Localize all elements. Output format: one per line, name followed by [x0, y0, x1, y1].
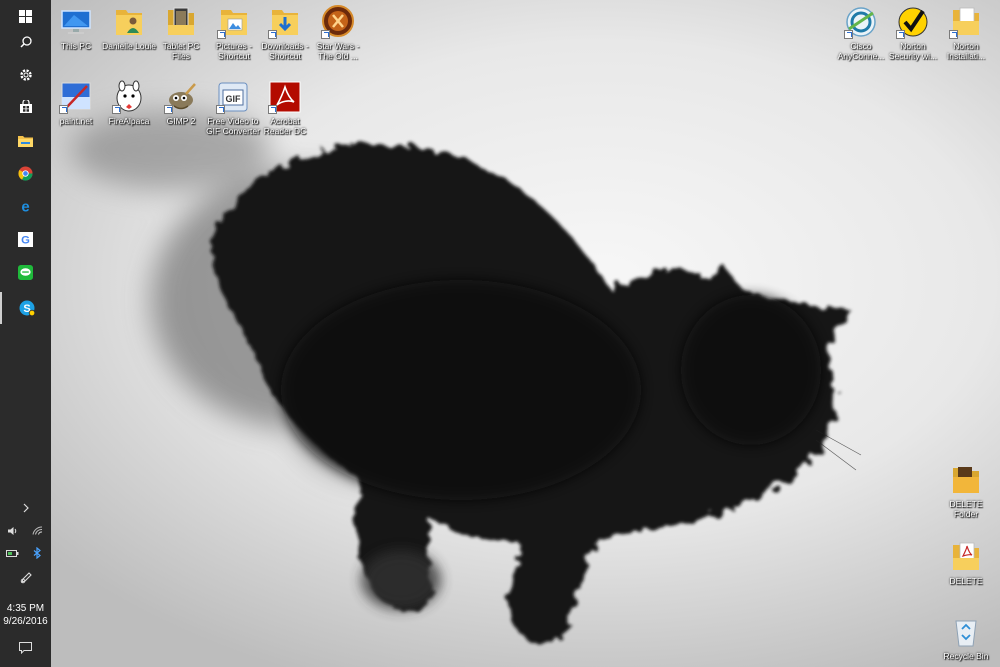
action-center-icon: [19, 642, 32, 654]
svg-text:e: e: [21, 199, 29, 214]
settings-button[interactable]: [0, 59, 51, 91]
desktop-icon-label: Pictures - Shortcut: [216, 41, 252, 61]
folder-icon: [168, 7, 194, 35]
desktop-icon-star-wars[interactable]: Star Wars - The Old ...: [310, 5, 366, 61]
battery-icon: [6, 549, 19, 557]
desktop-icon-label: Recycle Bin: [943, 651, 989, 661]
shortcut-arrow-icon: [268, 105, 277, 114]
shortcut-arrow-icon: [896, 30, 905, 39]
computer-icon: [61, 10, 91, 34]
desktop-icon-video-to-gif[interactable]: GIF Free Video to GIF Converter: [205, 80, 261, 136]
store-icon: [19, 100, 32, 113]
desktop-icon-label: Norton Security wi...: [888, 41, 938, 61]
clock[interactable]: 4:35 PM 9/26/2016: [0, 602, 51, 628]
desktop-icon-label: Cisco AnyConne...: [837, 41, 885, 61]
shortcut-arrow-icon: [164, 105, 173, 114]
shortcut-arrow-icon: [844, 30, 853, 39]
svg-text:G: G: [21, 234, 30, 246]
shortcut-arrow-icon: [321, 30, 330, 39]
line-button[interactable]: [0, 256, 51, 288]
desktop-icon-paintnet[interactable]: paint.net: [48, 80, 104, 126]
google-button[interactable]: G: [0, 223, 51, 255]
desktop-icon-this-pc[interactable]: This PC: [48, 5, 104, 51]
desktop-icon-label: Downloads - Shortcut: [261, 41, 309, 61]
google-icon: G: [18, 231, 33, 247]
desktop-icon-firealpaca[interactable]: FireAlpaca: [101, 80, 157, 126]
desktop-icon-label: Acrobat Reader DC: [263, 116, 307, 136]
desktop-icon-delete-folder[interactable]: DELETE Folder: [938, 463, 994, 519]
chrome-button[interactable]: [0, 157, 51, 189]
user-folder-icon: [116, 10, 142, 35]
folder-icon: [953, 467, 979, 493]
shortcut-arrow-icon: [216, 105, 225, 114]
folder-icon: [18, 135, 33, 147]
desktop-icon-delete[interactable]: DELETE: [938, 540, 994, 586]
edge-button[interactable]: e: [0, 190, 51, 222]
desktop-icon-label: Tablet PC Files: [162, 41, 200, 61]
chrome-icon: [18, 165, 33, 181]
file-explorer-button[interactable]: [0, 124, 51, 156]
volume-button[interactable]: [0, 519, 25, 543]
desktop-icon-label: GIMP 2: [166, 116, 196, 126]
svg-text:GIF: GIF: [226, 94, 242, 104]
search-icon: [19, 36, 32, 48]
network-button[interactable]: [25, 519, 50, 543]
battery-button[interactable]: [0, 541, 25, 565]
desktop-icon-danielle-louie[interactable]: Danielle Louie: [101, 5, 157, 51]
skype-button[interactable]: S: [0, 292, 51, 324]
pdf-folder-icon: [953, 542, 979, 570]
shortcut-arrow-icon: [112, 105, 121, 114]
desktop-icon-norton-install[interactable]: Norton Installati...: [938, 5, 994, 61]
clock-time: 4:35 PM: [6, 603, 45, 614]
line-icon: [18, 264, 33, 280]
taskbar: e G S 4:35 PM 9/26/2016: [0, 0, 51, 667]
recycle-bin-icon: [955, 620, 977, 647]
skype-icon: S: [19, 300, 35, 316]
edge-icon: e: [21, 199, 29, 214]
search-button[interactable]: [0, 26, 51, 58]
shortcut-arrow-icon: [59, 105, 68, 114]
shortcut-arrow-icon: [217, 30, 226, 39]
desktop-icon-recycle-bin[interactable]: Recycle Bin: [938, 615, 994, 661]
desktop-icon-label: paint.net: [59, 116, 93, 126]
chevron-right-icon: [23, 503, 29, 513]
bluetooth-icon: [33, 547, 41, 559]
desktop-icon-label: This PC: [60, 41, 92, 51]
windows-icon: [19, 9, 32, 23]
desktop-icon-label: FireAlpaca: [108, 116, 150, 126]
desktop-icon-acrobat[interactable]: Acrobat Reader DC: [257, 80, 313, 136]
windows-ink-button[interactable]: [0, 565, 51, 591]
store-button[interactable]: [0, 91, 51, 123]
bluetooth-button[interactable]: [25, 541, 50, 565]
desktop-icon-label: DELETE: [949, 576, 983, 586]
desktop-icon-pictures[interactable]: Pictures - Shortcut: [206, 5, 262, 61]
desktop-icon-downloads[interactable]: Downloads - Shortcut: [257, 5, 313, 61]
desktop-icon-label: DELETE Folder: [949, 499, 983, 519]
desktop-icon-label: Star Wars - The Old ...: [316, 41, 360, 61]
action-center-button[interactable]: [0, 634, 51, 662]
pen-icon: [20, 572, 32, 584]
gear-icon: [19, 69, 32, 81]
desktop-icon-label: Danielle Louie: [102, 41, 156, 51]
desktop-icon-cisco[interactable]: Cisco AnyConne...: [833, 5, 889, 61]
shortcut-arrow-icon: [268, 30, 277, 39]
desktop-icon-label: Norton Installati...: [946, 41, 986, 61]
shortcut-arrow-icon: [949, 30, 958, 39]
desktop-icon-tablet-pc-files[interactable]: Tablet PC Files: [153, 5, 209, 61]
show-hidden-icons-button[interactable]: [0, 494, 51, 522]
clock-date: 9/26/2016: [3, 616, 48, 627]
desktop-icon-gimp[interactable]: GIMP 2: [153, 80, 209, 126]
wifi-icon: [32, 526, 43, 535]
speaker-icon: [7, 527, 16, 535]
desktop-icon-norton-security[interactable]: Norton Security wi...: [885, 5, 941, 61]
desktop-icon-label: Free Video to GIF Converter: [206, 116, 260, 136]
